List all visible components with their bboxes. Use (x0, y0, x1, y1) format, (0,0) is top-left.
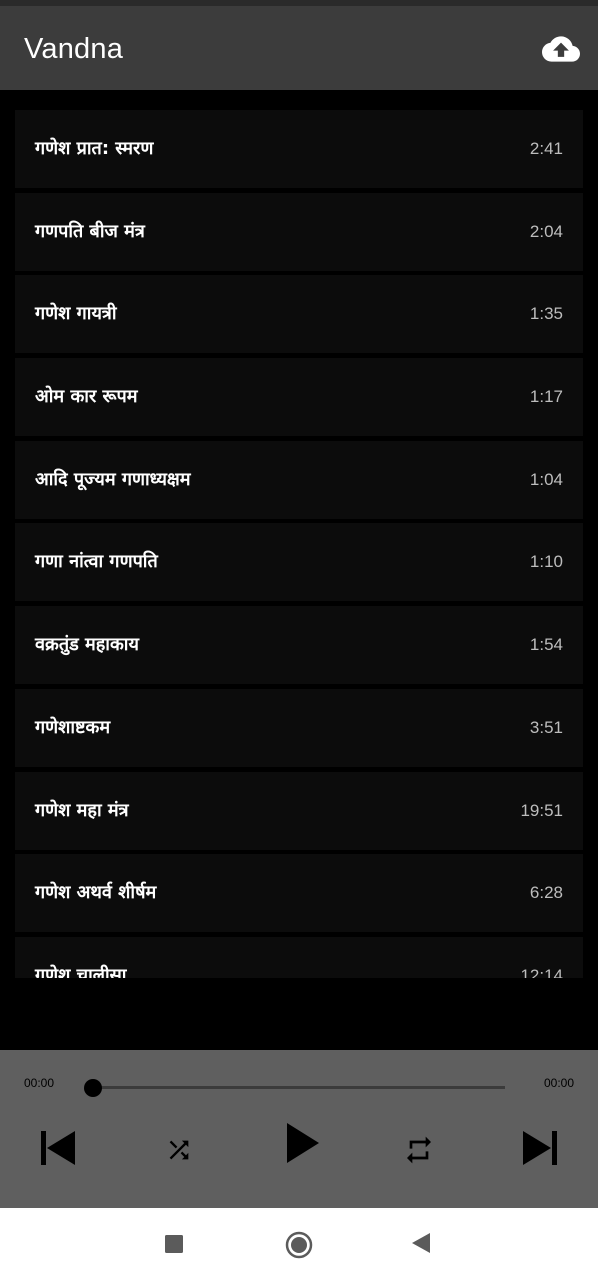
track-duration: 1:04 (529, 469, 563, 489)
track-list-viewport[interactable]: गणेश प्रात: स्मरण 2:41 गणपति बीज मंत्र 2:04… (0, 90, 598, 978)
track-row[interactable]: गणेशाष्टकम 3:51 (15, 688, 583, 767)
system-navigation-bar (0, 1208, 598, 1280)
track-title: ओम कार रूपम (35, 386, 138, 408)
home-button[interactable] (284, 1230, 314, 1260)
play-icon (287, 1123, 319, 1163)
track-title: गणेश चालीसा (35, 964, 127, 978)
total-time-label: 00:00 (543, 1076, 574, 1090)
app-title: Vandna (24, 33, 124, 65)
track-row[interactable]: गणा नांत्वा गणपति 1:10 (15, 523, 583, 602)
back-triangle-icon (412, 1233, 430, 1253)
track-title: गणेश प्रात: स्मरण (35, 138, 154, 159)
seek-bar[interactable] (92, 1086, 505, 1089)
track-duration: 3:51 (529, 717, 563, 737)
current-time-label: 00:00 (24, 1076, 55, 1090)
track-title: गणेश अथर्व शीर्षम (35, 882, 157, 904)
skip-previous-icon (41, 1131, 75, 1165)
track-duration: 1:10 (529, 552, 563, 572)
shuffle-button[interactable] (162, 1136, 196, 1164)
track-row[interactable]: गणेश चालीसा 12:14 (15, 936, 583, 978)
track-duration: 19:51 (520, 800, 563, 820)
track-row[interactable]: गणेश गायत्री 1:35 (15, 275, 583, 354)
seek-bar-thumb[interactable] (84, 1079, 102, 1097)
track-duration: 2:41 (529, 139, 563, 158)
home-circle-icon (285, 1231, 313, 1259)
skip-previous-button[interactable] (38, 1128, 78, 1168)
track-duration: 6:28 (529, 883, 563, 903)
track-list: गणेश प्रात: स्मरण 2:41 गणपति बीज मंत्र 2:04… (15, 110, 583, 978)
track-row[interactable]: गणपति बीज मंत्र 2:04 (15, 192, 583, 271)
track-duration: 1:17 (529, 387, 563, 407)
track-title: वक्रतुंड महाकाय (35, 634, 139, 656)
play-button[interactable] (282, 1120, 322, 1166)
skip-next-icon (523, 1131, 557, 1165)
track-title: गणेश गायत्री (35, 303, 117, 325)
track-row[interactable]: गणेश प्रात: स्मरण 2:41 (15, 110, 583, 188)
track-title: आदि पूज्यम गणाध्यक्षम (35, 468, 191, 490)
track-row[interactable]: गणेश अथर्व शीर्षम 6:28 (15, 854, 583, 933)
app-bar: Vandna (0, 6, 598, 90)
track-duration: 1:54 (529, 635, 563, 655)
player-panel: 00:00 00:00 (0, 1050, 598, 1208)
track-row[interactable]: गणेश महा मंत्र 19:51 (15, 771, 583, 850)
recents-button[interactable] (162, 1232, 186, 1256)
track-title: गणेशाष्टकम (35, 716, 111, 738)
track-title: गणपति बीज मंत्र (35, 220, 145, 242)
track-title: गणा नांत्वा गणपति (35, 551, 158, 573)
track-row[interactable]: आदि पूज्यम गणाध्यक्षम 1:04 (15, 440, 583, 519)
track-duration: 1:35 (529, 304, 563, 324)
back-button[interactable] (408, 1230, 434, 1256)
track-title: गणेश महा मंत्र (35, 799, 129, 821)
track-row[interactable]: ओम कार रूपम 1:17 (15, 358, 583, 437)
track-row[interactable]: वक्रतुंड महाकाय 1:54 (15, 606, 583, 685)
repeat-icon (407, 1136, 431, 1164)
shuffle-icon (169, 1140, 189, 1160)
track-duration: 2:04 (529, 221, 563, 241)
cloud-upload-icon (542, 36, 580, 62)
track-duration: 12:14 (520, 965, 563, 978)
cloud-upload-button[interactable] (542, 30, 580, 68)
recents-square-icon (165, 1235, 183, 1253)
repeat-button[interactable] (402, 1134, 436, 1166)
skip-next-button[interactable] (520, 1128, 560, 1168)
